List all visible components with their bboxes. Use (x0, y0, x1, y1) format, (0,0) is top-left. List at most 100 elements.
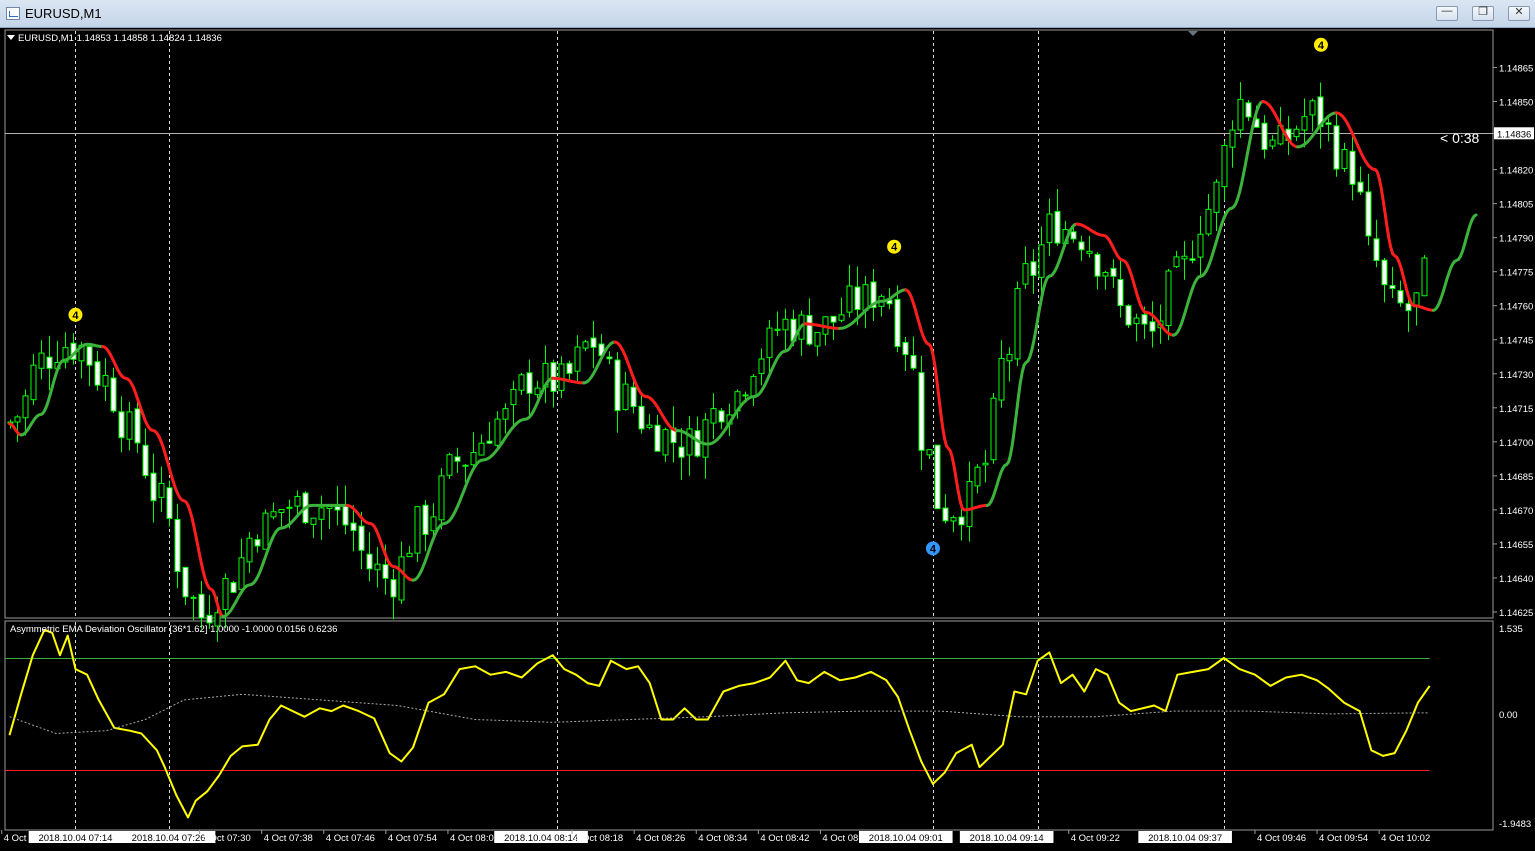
candle-body (918, 372, 925, 451)
candle-body (142, 444, 149, 477)
candle-body (1173, 256, 1180, 268)
candle-body (238, 557, 245, 590)
candle-body (406, 552, 413, 558)
candle-body (126, 411, 133, 440)
axes-layer: 1.14865 1.14850 1.14836 1.14820 1.14805 1.147… (1, 63, 1534, 844)
candle-body (1102, 272, 1109, 277)
candle-body (486, 440, 493, 444)
y-tick-label: 1.14670 (1499, 506, 1533, 517)
x-cursor-label: 2018.10.04 09:01 (869, 833, 943, 844)
ma-line-segment (101, 345, 225, 618)
shift-marker-icon[interactable] (1188, 31, 1198, 36)
ma-line-segment (411, 376, 555, 582)
candle-body (1149, 321, 1156, 332)
candle-body (926, 449, 933, 456)
y-tick-label: 1.14730 (1499, 370, 1533, 381)
marker-label: 4 (72, 310, 79, 322)
candle-body (190, 596, 197, 599)
y-tick-label: 1.14850 (1499, 98, 1533, 109)
x-tick-label: 4 Oct 07:46 (326, 833, 375, 844)
candle-body (1197, 233, 1204, 258)
candle-body (1205, 208, 1212, 235)
candle-body (838, 314, 845, 321)
y-tick-label: 1.14775 (1499, 268, 1533, 279)
candle-body (1397, 290, 1404, 304)
window-title: EURUSD,M1 (25, 6, 102, 21)
candle-body (1261, 122, 1268, 150)
candle-body (454, 456, 461, 462)
candle-body (582, 341, 589, 349)
chart-area[interactable]: 4 4 4 4 1.14865 1.14850 1.14836 1.14820 1.14805… (0, 28, 1535, 851)
candle-body (222, 577, 229, 610)
candle-body (1125, 305, 1132, 326)
panel-collapse-icon[interactable] (7, 35, 15, 40)
x-tick-label: 4 Oct (4, 833, 27, 844)
x-cursor-label: 2018.10.04 09:37 (1148, 833, 1222, 844)
candle-body (494, 418, 501, 446)
candle-body (1293, 128, 1300, 138)
candle-body (318, 507, 325, 520)
candle-body (150, 472, 157, 502)
candle-body (710, 408, 717, 424)
candle-body (230, 582, 237, 593)
candle-body (1038, 244, 1045, 278)
minimize-icon: — (1441, 5, 1453, 17)
candle-body (718, 410, 725, 423)
candle-body (1110, 267, 1117, 277)
ma-line-segment (1172, 100, 1265, 337)
osc-tick-label: 0.00 (1499, 710, 1518, 721)
window-titlebar[interactable]: EURUSD,M1 — ❐ ✕ (0, 0, 1535, 28)
x-tick-label: 4 Oct 08:26 (636, 833, 685, 844)
y-tick-label: 1.14655 (1499, 540, 1533, 551)
x-tick-label: 4 Oct 09:22 (1071, 833, 1120, 844)
candle-body (374, 563, 381, 571)
candle-body (894, 298, 901, 348)
candle-body (30, 364, 37, 401)
candle-body (1189, 258, 1196, 261)
candle-body (862, 284, 869, 311)
candle-body (462, 464, 469, 467)
candle-body (742, 394, 749, 397)
candle-body (1070, 231, 1077, 240)
candle-body (774, 328, 781, 331)
candle-body (14, 416, 21, 423)
candle-body (1341, 148, 1348, 169)
marker-label: 4 (891, 242, 898, 254)
candle-body (350, 522, 357, 532)
candle-body (1213, 181, 1220, 213)
restore-button[interactable]: ❐ (1472, 6, 1494, 21)
x-cursor-label: 2018.10.04 09:14 (970, 833, 1044, 844)
candle-body (430, 516, 437, 532)
minimize-button[interactable]: — (1436, 5, 1458, 21)
candle-body (414, 506, 421, 554)
fractal-marker: 4 (925, 541, 940, 556)
bar-countdown: < 0:38 (1440, 130, 1480, 146)
y-tick-label: 1.14715 (1499, 404, 1533, 415)
candle-body (974, 466, 981, 487)
x-tick-label: 4 Oct 08:34 (698, 833, 747, 844)
candle-body (1086, 250, 1093, 254)
candle-body (1006, 353, 1013, 362)
x-cursor-label: 2018.10.04 07:14 (38, 833, 112, 844)
candle-body (1237, 98, 1244, 131)
ma-line-segment (1075, 222, 1175, 337)
candle-body (526, 372, 533, 394)
candle-body (630, 386, 637, 408)
close-button[interactable]: ✕ (1508, 6, 1530, 21)
candle-body (254, 539, 261, 547)
candle-body (1301, 116, 1308, 131)
candle-body (134, 408, 141, 444)
candle-body (942, 507, 949, 522)
x-cursor-label: 2018.10.04 08:14 (504, 833, 578, 844)
fractal-marker: 4 (68, 307, 83, 322)
candle-body (654, 424, 661, 452)
candle-body (158, 482, 165, 498)
y-tick-label: 1.14745 (1499, 336, 1533, 347)
candle-body (1229, 129, 1236, 148)
candle-body (1221, 144, 1228, 188)
chart-canvas[interactable]: 4 4 4 4 1.14865 1.14850 1.14836 1.14820 1.14805… (0, 28, 1535, 851)
marker-label: 4 (1318, 40, 1325, 52)
oscillator-layer (5, 629, 1431, 819)
candle-body (358, 525, 365, 551)
candle-body (1389, 285, 1396, 289)
